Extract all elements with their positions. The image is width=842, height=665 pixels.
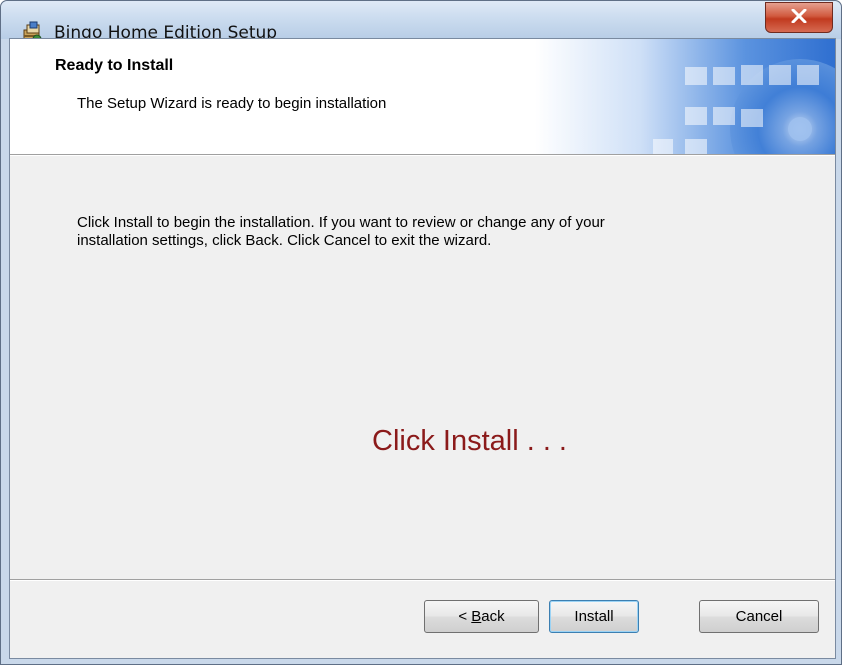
install-button[interactable]: Install (549, 600, 639, 633)
header-divider (10, 154, 835, 156)
back-label-prefix: < (458, 608, 472, 625)
header-banner: Ready to Install The Setup Wizard is rea… (10, 39, 835, 154)
banner-graphic (535, 39, 835, 154)
page-subtitle: The Setup Wizard is ready to begin insta… (77, 95, 387, 112)
back-button[interactable]: < Back (424, 600, 539, 633)
footer-divider (10, 579, 835, 581)
title-bar[interactable]: Bingo Home Edition Setup (1, 1, 841, 44)
close-x-icon (791, 8, 807, 27)
instruction-line: Click Install to begin the installation.… (77, 214, 605, 231)
close-button[interactable] (765, 2, 833, 33)
back-label-rest: ack (481, 608, 505, 625)
click-install-hint: Click Install . . . (372, 425, 567, 457)
cancel-button[interactable]: Cancel (699, 600, 819, 633)
wizard-client-area: Ready to Install The Setup Wizard is rea… (9, 38, 836, 659)
instruction-text: Click Install to begin the installation.… (77, 214, 797, 250)
instruction-line: installation settings, click Back. Click… (77, 232, 492, 249)
page-title: Ready to Install (55, 57, 174, 74)
back-label-mnemonic: B (471, 608, 482, 625)
setup-window: Bingo Home Edition Setup Ready to Instal… (0, 0, 842, 665)
